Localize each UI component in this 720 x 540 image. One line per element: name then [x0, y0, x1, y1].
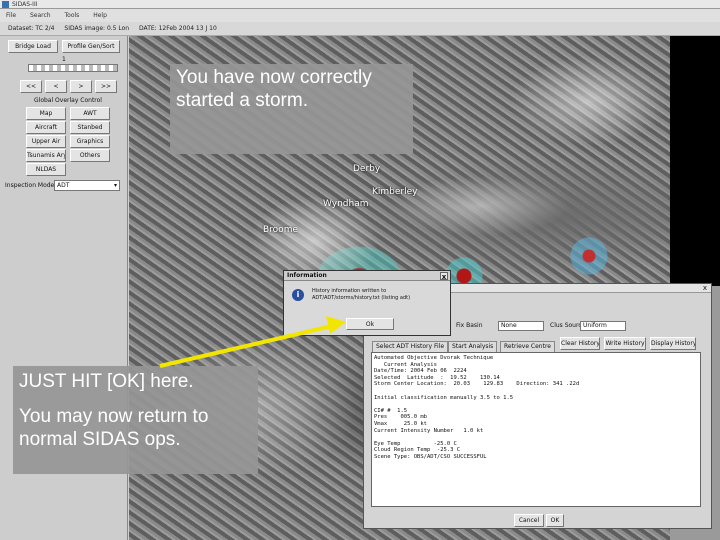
chevron-down-icon: ▾ [113, 182, 117, 189]
callout-instructions: JUST HIT [OK] here. You may now return t… [13, 366, 258, 474]
info-message-line: History information written to [312, 288, 387, 294]
fix-basin-select[interactable]: None [498, 321, 544, 331]
info-icon: i [292, 289, 304, 301]
inspection-mode-label: Inspection Mode [5, 182, 55, 189]
nav-next-button[interactable]: > [70, 80, 92, 93]
info-dialog-message: History information written to ADT/ADT/s… [312, 288, 448, 302]
fix-basin-value: None [501, 322, 517, 329]
tab-start-analysis[interactable]: Start Analysis [448, 341, 498, 352]
information-dialog: Information x i History information writ… [283, 270, 451, 336]
overlay-nldas-button[interactable]: NLDAS [26, 163, 66, 176]
fix-basin-label: Fix Basin [456, 322, 483, 329]
adt-cancel-button[interactable]: Cancel [514, 514, 544, 527]
overlay-graphics-button[interactable]: Graphics [70, 135, 110, 148]
clus-source-select[interactable]: Uniform [580, 321, 626, 331]
adt-output-line: Scene Type: OBS/ADT/CSO SUCCESSFUL [374, 453, 487, 460]
cloud-mass [389, 176, 569, 236]
info-message-line: ADT/ADT/storms/history.txt (listing adt) [312, 295, 411, 301]
inspection-mode-select[interactable]: ADT ▾ [54, 180, 120, 191]
callout-hit-ok-text: JUST HIT [OK] here. [19, 371, 194, 392]
adt-output-line: Automated Objective Dvorak Technique [374, 355, 494, 361]
menu-help[interactable]: Help [93, 9, 107, 22]
status-dataset: Dataset: TC 2/4 [8, 25, 55, 32]
window-title: SIDAS-III [12, 1, 38, 8]
menubar: File Search Tools Help [0, 9, 720, 22]
display-history-button[interactable]: Display History [650, 337, 696, 350]
tab-select-history-file[interactable]: Select ADT History File [372, 341, 449, 352]
window-titlebar: SIDAS-III [0, 0, 720, 9]
adt-output-line: Pres 005.0 mb [374, 414, 427, 421]
callout-return-text: You may now return to normal SIDAS ops. [19, 406, 209, 450]
nav-prev-button[interactable]: < [45, 80, 67, 93]
adt-ok-button[interactable]: OK [546, 514, 564, 527]
adt-output-line [374, 388, 698, 395]
overlay-stanbed-button[interactable]: Stanbed [70, 121, 110, 134]
clus-source-value: Uniform [583, 322, 607, 329]
tab-retrieve-centre[interactable]: Retrieve Centre [500, 341, 555, 352]
clear-history-button[interactable]: Clear History [560, 337, 600, 350]
cloud-mass [509, 56, 669, 146]
info-dialog-title: Information [287, 272, 327, 279]
step-label: 1 [62, 56, 66, 63]
adt-output-line [374, 434, 698, 441]
adt-output-line: Cloud Region Temp -25.3 C [374, 447, 461, 454]
menu-tools[interactable]: Tools [65, 9, 80, 22]
adt-output-line: Initial classification manually 3.5 to 1… [374, 394, 514, 401]
adt-output-line [374, 401, 698, 408]
info-dialog-titlebar: Information x [284, 271, 450, 281]
nav-last-button[interactable]: >> [95, 80, 117, 93]
adt-output-line: Date/Time: 2004 Feb 06 2224 [374, 368, 467, 375]
overlay-upper-air-button[interactable]: Upper Air [26, 135, 66, 148]
map-label-broome: Broome [263, 225, 298, 235]
status-bar: Dataset: TC 2/4 SIDAS image: 0.5 Lon DAT… [0, 22, 720, 36]
map-label-kimberley: Kimberley [372, 187, 418, 197]
adt-output-line: Vmax 25.0 kt [374, 420, 427, 427]
map-label-derby: Derby [353, 164, 381, 174]
menu-search[interactable]: Search [30, 9, 51, 22]
overlay-aircraft-button[interactable]: Aircraft [26, 121, 66, 134]
inspection-mode-value: ADT [57, 182, 70, 189]
adt-output-line: Current Intensity Number 1.0 kt [374, 427, 484, 434]
overlay-map-button[interactable]: Map [26, 107, 66, 120]
image-edge-black [670, 36, 720, 286]
close-icon[interactable]: x [440, 272, 448, 281]
nav-first-button[interactable]: << [20, 80, 42, 93]
menu-file[interactable]: File [6, 9, 16, 22]
callout-started-storm: You have now correctly started a storm. [170, 64, 413, 154]
write-history-button[interactable]: Write History [604, 337, 646, 350]
close-icon[interactable]: x [701, 284, 709, 292]
info-ok-button[interactable]: Ok [346, 318, 394, 330]
status-date: DATE: 12Feb 2004 13 J 10 [139, 25, 217, 32]
adt-output-line: Current Analysis [374, 361, 437, 368]
overlay-tsunamis-button[interactable]: Tsunamis Ary [26, 149, 66, 162]
bridge-load-button[interactable]: Bridge Load [8, 40, 58, 53]
time-slider[interactable] [28, 64, 118, 72]
map-label-wyndham: Wyndham [323, 199, 369, 209]
adt-output-text: Automated Objective Dvorak Technique Cur… [371, 352, 701, 507]
overlay-awt-button[interactable]: AWT [70, 107, 110, 120]
status-image: SIDAS image: 0.5 Lon [64, 25, 130, 32]
adt-output-line: CI# # 1.5 [374, 407, 408, 414]
app-icon [2, 1, 9, 8]
adt-output-line: Selected Latitude : 19.52 130.14 [374, 374, 500, 381]
overlay-others-button[interactable]: Others [70, 149, 110, 162]
overlay-group-label: Global Overlay Control [34, 97, 102, 104]
adt-output-line: Storm Center Location: 20.03 129.83 Dire… [374, 381, 580, 388]
callout-top-text: You have now correctly started a storm. [176, 67, 372, 111]
adt-output-line: Eye Temp -25.0 C [374, 440, 457, 447]
profile-gen-button[interactable]: Profile Gen/Sort [62, 40, 120, 53]
